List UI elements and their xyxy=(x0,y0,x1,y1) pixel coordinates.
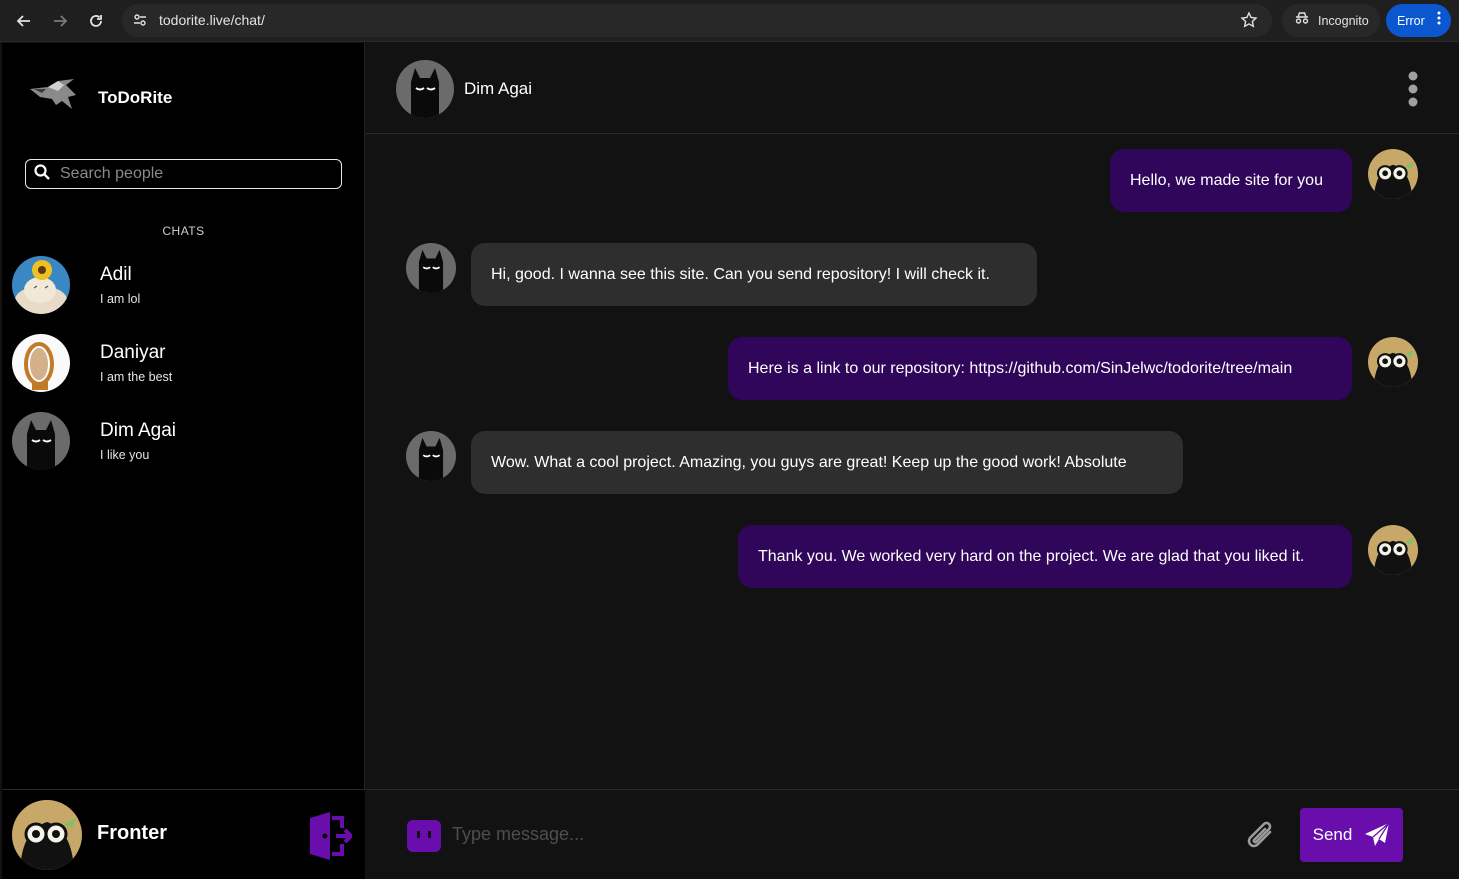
sender-avatar xyxy=(406,431,456,481)
back-button[interactable] xyxy=(12,9,36,33)
avatar xyxy=(12,256,70,314)
reload-icon xyxy=(90,15,102,27)
sidebar: ToDoRite CHATS Adil I am lol xyxy=(2,43,365,879)
search-input[interactable] xyxy=(60,165,330,183)
kebab-menu-icon xyxy=(1437,11,1441,30)
address-bar[interactable]: todorite.live/chat/ xyxy=(122,4,1272,37)
chat-last-message: I am lol xyxy=(100,292,141,306)
brand[interactable]: ToDoRite xyxy=(28,75,172,120)
error-label: Error xyxy=(1397,13,1425,28)
avatar xyxy=(12,334,70,392)
message-row-incoming: Wow. What a cool project. Amazing, you g… xyxy=(366,431,1459,501)
sender-avatar xyxy=(1368,525,1418,575)
message-bubble: Here is a link to our repository: https:… xyxy=(728,337,1352,400)
attach-button[interactable] xyxy=(1244,818,1278,859)
chat-name: Dim Agai xyxy=(100,420,177,441)
reload-button[interactable] xyxy=(84,9,108,33)
current-user-name: Fronter xyxy=(97,822,167,844)
chat-item-adil[interactable]: Adil I am lol xyxy=(12,256,357,322)
paperclip-icon xyxy=(1247,821,1272,848)
message-composer: Send xyxy=(366,789,1459,879)
arrow-right-icon xyxy=(54,15,68,27)
message-bubble: Hello, we made site for you xyxy=(1110,149,1352,212)
horse-logo-icon xyxy=(28,75,78,120)
send-button[interactable]: Send xyxy=(1300,808,1403,862)
browser-toolbar: todorite.live/chat/ Incognito Error xyxy=(0,0,1459,42)
chat-header: Dim Agai xyxy=(366,43,1459,134)
emoji-button[interactable] xyxy=(407,820,441,857)
sender-avatar xyxy=(1368,337,1418,387)
send-label: Send xyxy=(1312,825,1353,844)
chat-last-message: I like you xyxy=(100,448,150,462)
chat-name: Daniyar xyxy=(100,342,166,363)
sender-avatar xyxy=(406,243,456,293)
search-box[interactable] xyxy=(25,159,342,189)
incognito-icon xyxy=(1294,11,1310,30)
logout-button[interactable] xyxy=(308,812,354,865)
chats-section-label: CHATS xyxy=(162,224,205,238)
sender-avatar xyxy=(1368,149,1418,199)
current-user-avatar[interactable] xyxy=(12,800,82,870)
message-bubble: Thank you. We worked very hard on the pr… xyxy=(738,525,1352,588)
profile-error-button[interactable]: Error xyxy=(1386,4,1451,37)
brand-name: ToDoRite xyxy=(98,87,173,107)
chat-options-button[interactable] xyxy=(1406,71,1420,112)
message-row-outgoing: Hello, we made site for you xyxy=(366,149,1459,219)
chat-last-message: I am the best xyxy=(100,370,173,384)
paper-plane-icon xyxy=(1365,822,1390,846)
arrow-left-icon xyxy=(16,15,30,27)
incognito-label: Incognito xyxy=(1318,13,1369,28)
current-user-panel: Fronter xyxy=(2,789,365,879)
forward-button[interactable] xyxy=(48,9,72,33)
contact-avatar[interactable] xyxy=(396,60,454,118)
site-settings-icon[interactable] xyxy=(132,12,148,33)
message-row-outgoing: Thank you. We worked very hard on the pr… xyxy=(366,525,1459,595)
chat-item-daniyar[interactable]: Daniyar I am the best xyxy=(12,334,357,400)
bookmark-star-icon[interactable] xyxy=(1240,11,1258,34)
url-text[interactable]: todorite.live/chat/ xyxy=(159,12,265,28)
logout-icon xyxy=(310,812,354,860)
message-bubble: Wow. What a cool project. Amazing, you g… xyxy=(471,431,1183,494)
contact-name: Dim Agai xyxy=(464,79,533,98)
more-vertical-icon xyxy=(1408,71,1418,107)
message-bubble: Hi, good. I wanna see this site. Can you… xyxy=(471,243,1037,306)
message-row-outgoing: Here is a link to our repository: https:… xyxy=(366,337,1459,407)
message-row-incoming: Hi, good. I wanna see this site. Can you… xyxy=(366,243,1459,313)
chat-name: Adil xyxy=(100,264,132,285)
emoji-icon xyxy=(407,820,441,852)
message-input[interactable] xyxy=(452,824,1152,845)
search-icon xyxy=(34,163,50,185)
avatar xyxy=(12,412,70,470)
chat-item-dim-agai[interactable]: Dim Agai I like you xyxy=(12,412,357,478)
incognito-badge[interactable]: Incognito xyxy=(1282,4,1380,37)
